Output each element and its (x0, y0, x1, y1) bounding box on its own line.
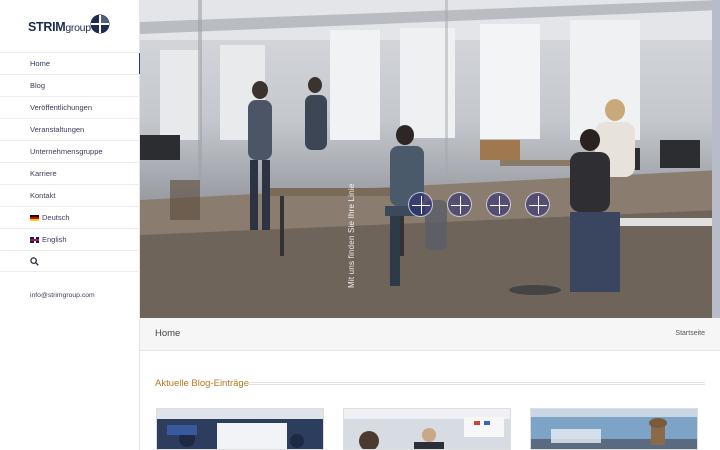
nav-item-label: English (42, 235, 67, 244)
slider-dot-1[interactable] (408, 192, 433, 217)
logo-text: STRIMgroup (28, 20, 91, 34)
slider-dots (408, 192, 550, 217)
nav-item-label: Karriere (30, 169, 57, 178)
blog-card-2[interactable] (343, 408, 511, 450)
nav-item-search[interactable] (0, 250, 140, 272)
nav-item-label: Home (30, 59, 51, 68)
german-flag-icon (30, 214, 39, 221)
blog-heading: Aktuelle Blog-Einträge (155, 378, 249, 389)
page-title: Home (155, 328, 181, 339)
blog-card-image (157, 409, 323, 449)
uk-flag-icon (30, 236, 39, 243)
contact-email-link[interactable]: info@strimgroup.com (30, 292, 95, 299)
nav-item-group[interactable]: Unternehmensgruppe (0, 140, 140, 162)
nav-item-label: Deutsch (42, 213, 70, 222)
blog-section-header: Aktuelle Blog-Einträge (155, 378, 705, 392)
nav-item-lang-de[interactable]: Deutsch (0, 206, 140, 228)
hero-office-image (140, 0, 720, 318)
nav-item-events[interactable]: Veranstaltungen (0, 118, 140, 140)
nav-item-home[interactable]: Home (0, 52, 141, 75)
nav-item-lang-en[interactable]: English (0, 228, 140, 250)
logo[interactable]: STRIMgroup (28, 14, 112, 40)
blog-card-image (531, 409, 697, 449)
slider-dot-2[interactable] (447, 192, 472, 217)
nav-item-label: Veröffentlichungen (30, 103, 92, 112)
hero-vertical-text: Mit uns finden Sie Ihre Linie (347, 183, 356, 288)
nav-item-blog[interactable]: Blog (0, 74, 140, 96)
hero-slider: Mit uns finden Sie Ihre Linie (140, 0, 720, 318)
sidebar: STRIMgroup Home Blog Veröffentlichungen … (0, 0, 141, 450)
nav-item-label: Veranstaltungen (30, 125, 85, 134)
slider-dot-4[interactable] (525, 192, 550, 217)
logo-mark-icon (90, 14, 110, 34)
heading-divider (248, 382, 705, 385)
blog-card-image (344, 409, 510, 449)
breadcrumb-bar: Home Startseite (140, 318, 720, 351)
main-nav: Home Blog Veröffentlichungen Veranstaltu… (0, 52, 141, 272)
slider-dot-3[interactable] (486, 192, 511, 217)
nav-item-label: Unternehmensgruppe (30, 147, 103, 156)
blog-card-1[interactable] (156, 408, 324, 450)
nav-item-contact[interactable]: Kontakt (0, 184, 140, 206)
nav-item-label: Kontakt (30, 191, 56, 200)
nav-item-publications[interactable]: Veröffentlichungen (0, 96, 140, 118)
blog-card-3[interactable] (530, 408, 698, 450)
nav-item-career[interactable]: Karriere (0, 162, 140, 184)
breadcrumb-link[interactable]: Startseite (675, 330, 705, 337)
search-icon (30, 256, 39, 266)
nav-item-label: Blog (30, 81, 46, 90)
